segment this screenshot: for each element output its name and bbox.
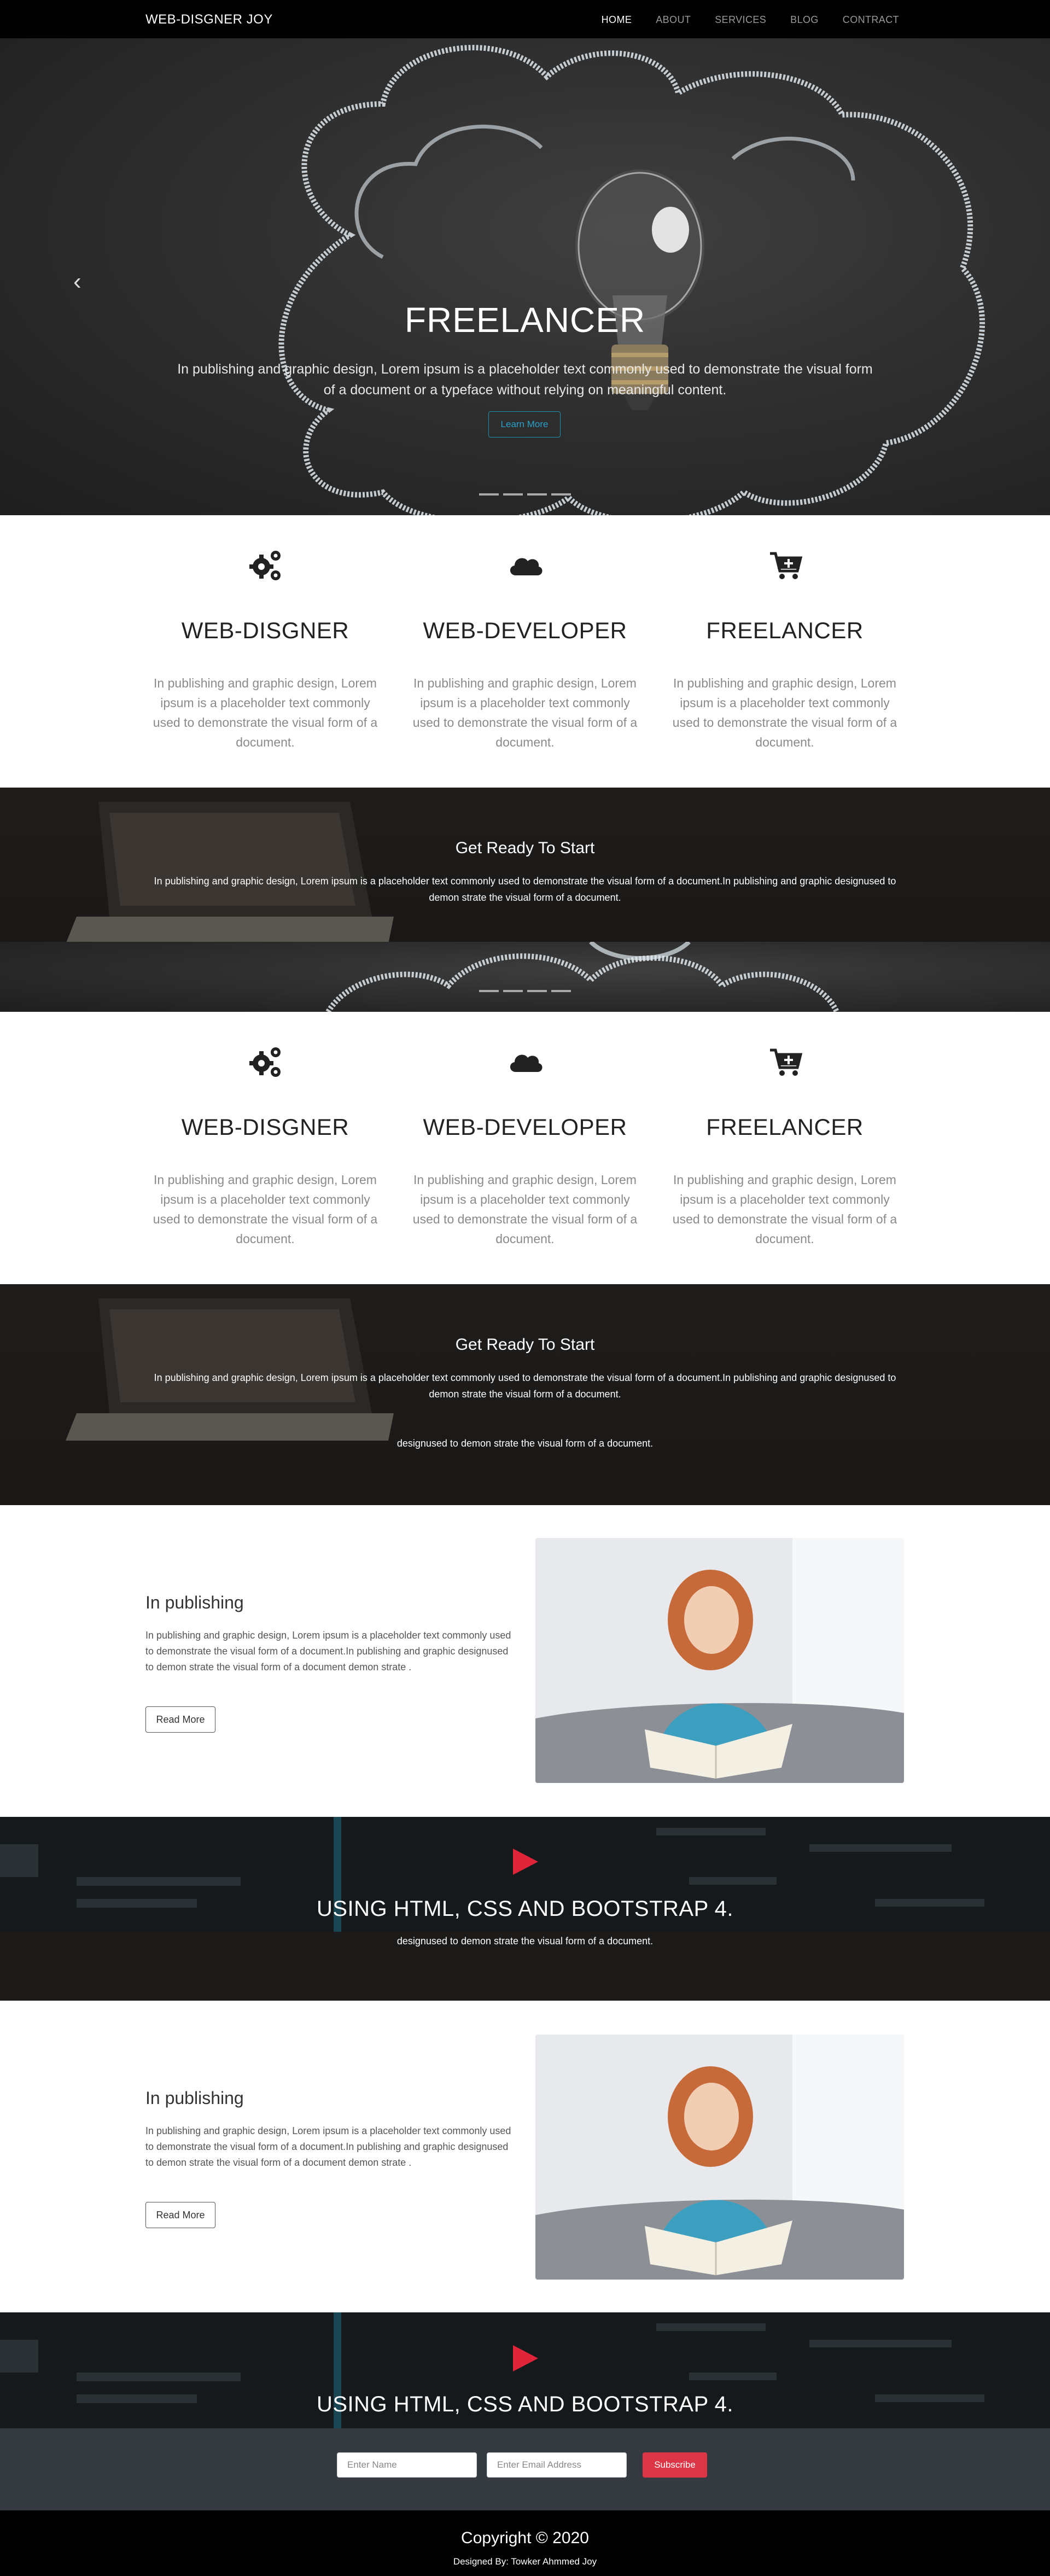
about-title: In publishing bbox=[145, 1593, 244, 1612]
carousel-strip bbox=[0, 942, 1050, 1012]
chalk-cloud-drawing bbox=[278, 45, 985, 515]
about-text: In publishing and graphic design, Lorem … bbox=[145, 1630, 511, 1672]
video-title: USING HTML, CSS AND BOOTSTRAP 4. bbox=[316, 1897, 734, 1921]
get-ready-banner: Get Ready To Start In publishing and gra… bbox=[0, 788, 1050, 942]
learn-more-button[interactable]: Learn More bbox=[488, 411, 561, 438]
service-text: In publishing and graphic design, Lorem … bbox=[672, 676, 897, 749]
girl-reading-photo bbox=[535, 2035, 904, 2280]
gears-icon bbox=[249, 551, 281, 580]
indicator-3[interactable] bbox=[527, 493, 547, 496]
brand-logo[interactable]: WEB-DISGNER JOY bbox=[145, 12, 273, 27]
service-title: FREELANCER bbox=[706, 1114, 864, 1140]
chevron-left-icon[interactable]: ‹ bbox=[73, 268, 81, 295]
services-section: WEB-DISGNER In publishing and graphic de… bbox=[0, 515, 1050, 788]
service-text: In publishing and graphic design, Lorem … bbox=[153, 676, 378, 749]
indicator-3[interactable] bbox=[527, 990, 547, 992]
indicator-1[interactable] bbox=[479, 493, 499, 496]
ready-title: Get Ready To Start bbox=[455, 1336, 595, 1354]
play-icon[interactable] bbox=[510, 1846, 540, 1877]
about-section: In publishing In publishing and graphic … bbox=[0, 1505, 1050, 1817]
nav-links: HOME ABOUT SERVICES BLOG CONTRACT bbox=[602, 14, 899, 26]
cart-plus-icon bbox=[770, 1048, 803, 1076]
indicator-2[interactable] bbox=[503, 990, 523, 992]
copyright-text: Copyright © 2020 bbox=[461, 2529, 589, 2547]
read-more-button[interactable]: Read More bbox=[145, 1706, 215, 1733]
hero-title: FREELANCER bbox=[404, 300, 646, 340]
footer: Copyright © 2020 Designed By: Towker Ahm… bbox=[0, 2510, 1050, 2576]
nav-about[interactable]: ABOUT bbox=[656, 14, 691, 26]
service-title: FREELANCER bbox=[706, 617, 864, 643]
service-text: In publishing and graphic design, Lorem … bbox=[412, 1173, 638, 1246]
navbar: WEB-DISGNER JOY HOME ABOUT SERVICES BLOG… bbox=[0, 0, 1050, 38]
hero-carousel: ‹ FREELANCER In publishing and graphic d… bbox=[0, 38, 1050, 515]
service-card: FREELANCER In publishing and graphic des… bbox=[667, 1012, 902, 1249]
indicator-4[interactable] bbox=[551, 493, 571, 496]
cloud-icon bbox=[510, 1054, 542, 1072]
service-title: WEB-DEVELOPER bbox=[423, 1114, 627, 1140]
ready-title: Get Ready To Start bbox=[455, 839, 595, 857]
service-card: WEB-DEVELOPER In publishing and graphic … bbox=[407, 515, 643, 752]
ready-extra-text: designused to demon strate the visual fo… bbox=[396, 1438, 654, 1449]
email-input[interactable]: Enter Email Address bbox=[487, 2452, 627, 2478]
play-icon[interactable] bbox=[510, 2343, 540, 2374]
service-text: In publishing and graphic design, Lorem … bbox=[672, 1173, 897, 1246]
subscribe-section: Enter Name Enter Email Address Subscribe bbox=[0, 2428, 1050, 2510]
about-text: In publishing and graphic design, Lorem … bbox=[145, 2125, 511, 2168]
name-input[interactable]: Enter Name bbox=[337, 2452, 477, 2478]
nav-contract[interactable]: CONTRACT bbox=[843, 14, 899, 26]
service-title: WEB-DISGNER bbox=[181, 1114, 349, 1140]
read-more-button[interactable]: Read More bbox=[145, 2202, 215, 2228]
service-card: WEB-DISGNER In publishing and graphic de… bbox=[148, 1012, 383, 1249]
designed-by-text: Designed By: Towker Ahmmed Joy bbox=[453, 2556, 597, 2567]
video-banner: USING HTML, CSS AND BOOTSTRAP 4. designu… bbox=[0, 1817, 1050, 2001]
video-subtext: designused to demon strate the visual fo… bbox=[396, 1936, 654, 1946]
gears-icon bbox=[249, 1047, 281, 1077]
service-text: In publishing and graphic design, Lorem … bbox=[153, 1173, 378, 1246]
nav-services[interactable]: SERVICES bbox=[715, 14, 766, 26]
service-text: In publishing and graphic design, Lorem … bbox=[412, 676, 638, 749]
hero-text: In publishing and graphic design, Lorem … bbox=[177, 362, 873, 398]
ready-text: In publishing and graphic design, Lorem … bbox=[154, 876, 896, 903]
chalk-cloud-drawing bbox=[325, 942, 839, 1012]
get-ready-banner: Get Ready To Start In publishing and gra… bbox=[0, 1284, 1050, 1505]
service-title: WEB-DISGNER bbox=[181, 617, 349, 643]
ready-text: In publishing and graphic design, Lorem … bbox=[154, 1372, 896, 1400]
carousel-indicators bbox=[479, 493, 571, 496]
about-section: In publishing In publishing and graphic … bbox=[0, 2001, 1050, 2312]
girl-reading-photo bbox=[535, 1538, 904, 1783]
service-title: WEB-DEVELOPER bbox=[423, 617, 627, 643]
video-banner: USING HTML, CSS AND BOOTSTRAP 4. bbox=[0, 2312, 1050, 2428]
cart-plus-icon bbox=[770, 552, 803, 579]
laptop-image bbox=[66, 1298, 394, 1441]
service-card: WEB-DISGNER In publishing and graphic de… bbox=[148, 515, 383, 752]
nav-blog[interactable]: BLOG bbox=[790, 14, 819, 26]
video-title: USING HTML, CSS AND BOOTSTRAP 4. bbox=[316, 2392, 734, 2416]
service-card: FREELANCER In publishing and graphic des… bbox=[667, 515, 902, 752]
cloud-icon bbox=[510, 558, 542, 575]
laptop-image bbox=[66, 802, 394, 942]
subscribe-button[interactable]: Subscribe bbox=[643, 2452, 707, 2478]
indicator-1[interactable] bbox=[479, 990, 499, 992]
indicator-4[interactable] bbox=[551, 990, 571, 992]
about-title: In publishing bbox=[145, 2088, 244, 2108]
nav-home[interactable]: HOME bbox=[602, 14, 632, 26]
carousel-indicators bbox=[479, 990, 571, 992]
service-card: WEB-DEVELOPER In publishing and graphic … bbox=[407, 1012, 643, 1249]
indicator-2[interactable] bbox=[503, 493, 523, 496]
services-section: WEB-DISGNER In publishing and graphic de… bbox=[0, 1012, 1050, 1284]
